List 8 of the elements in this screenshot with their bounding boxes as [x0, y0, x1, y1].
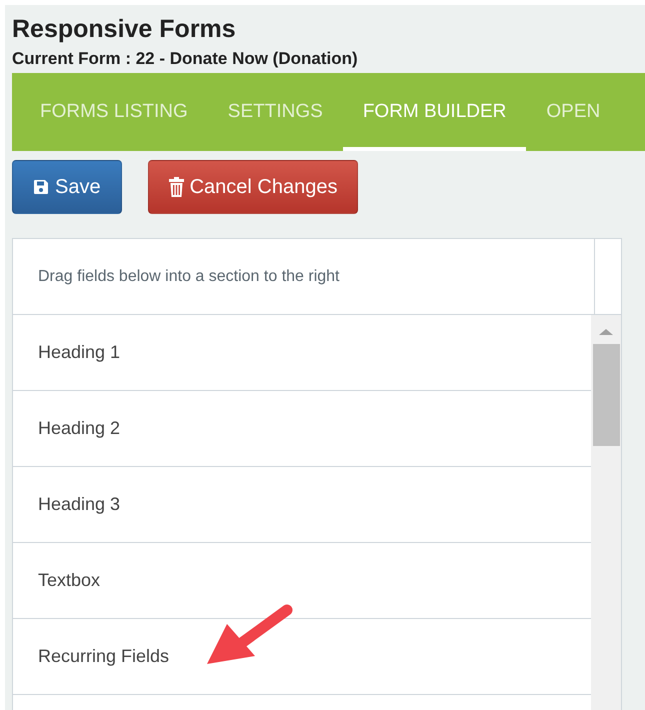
- current-form-label: Current Form : 22 - Donate Now (Donation): [12, 49, 359, 69]
- save-button[interactable]: Save: [12, 160, 122, 214]
- page-title: Responsive Forms: [12, 14, 237, 43]
- cancel-changes-button[interactable]: Cancel Changes: [148, 160, 358, 214]
- instruction-text: Drag fields below into a section to the right: [13, 239, 595, 314]
- trash-icon: [168, 177, 184, 197]
- scroll-up-icon[interactable]: [599, 329, 613, 335]
- scrollbar-thumb[interactable]: [592, 344, 620, 446]
